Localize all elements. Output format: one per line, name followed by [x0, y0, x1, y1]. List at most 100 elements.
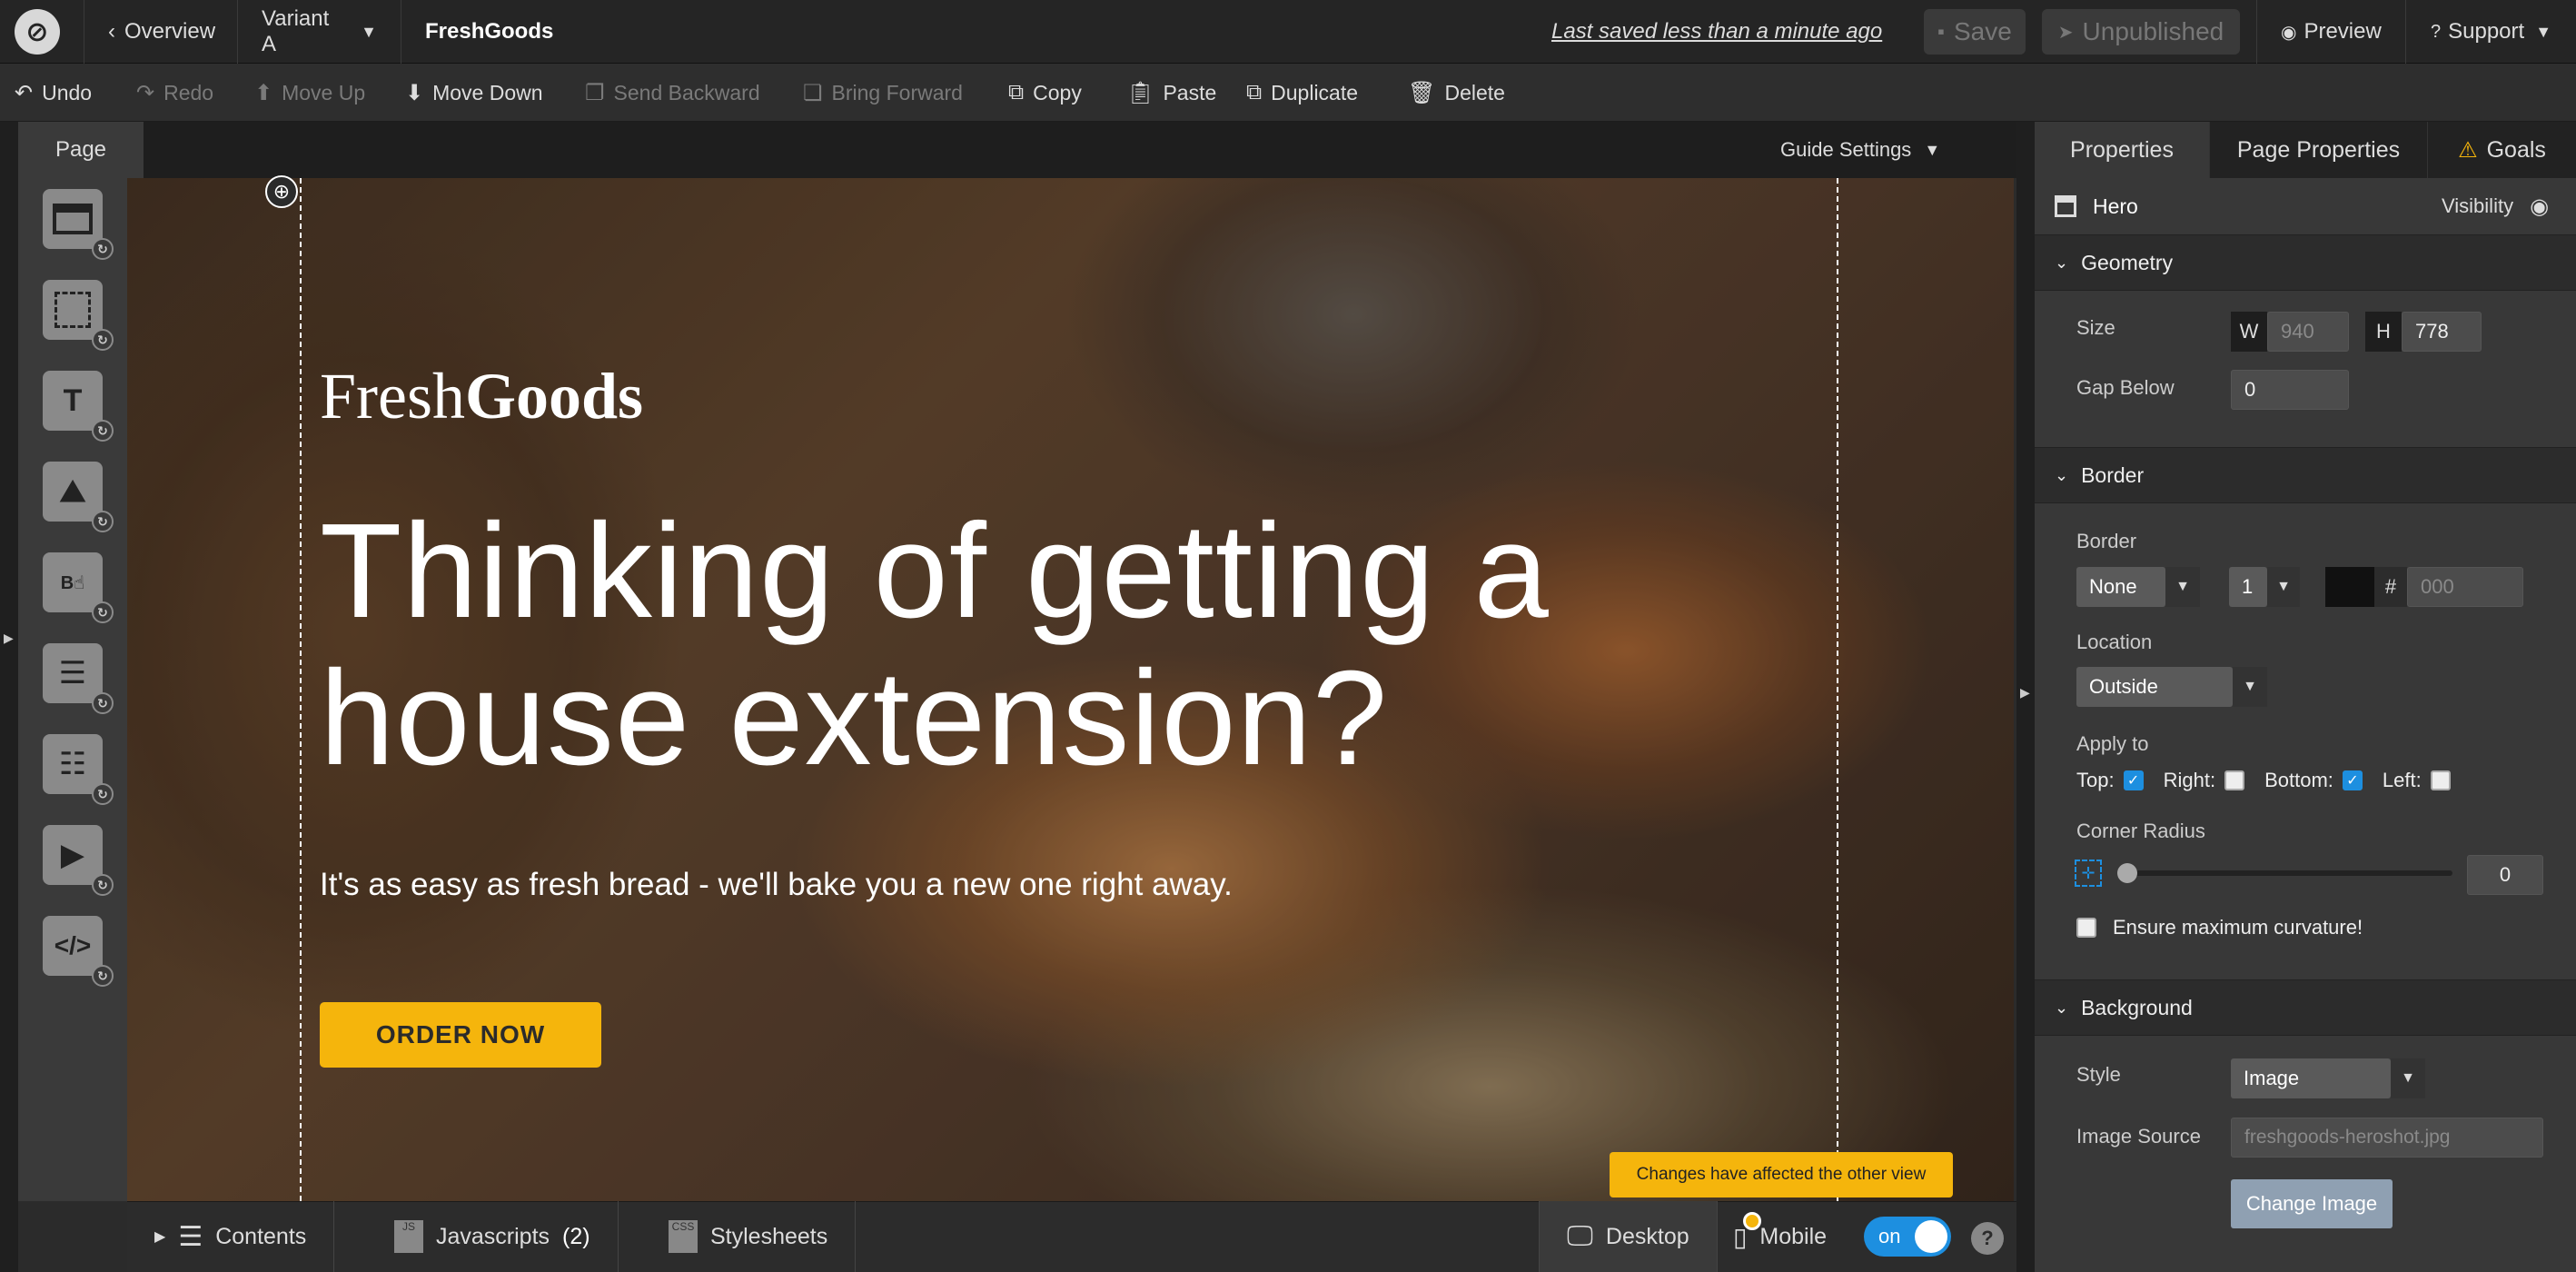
corner-radius-slider-thumb[interactable] [2117, 863, 2137, 883]
bring-forward-button[interactable]: ❏ Bring Forward [803, 64, 963, 122]
border-style-value: None [2076, 567, 2165, 607]
height-input[interactable]: 778 [2402, 312, 2482, 352]
apply-top-checkbox[interactable]: ✓ [2123, 770, 2144, 790]
hero-subheadline[interactable]: It's as easy as fresh bread - we'll bake… [320, 867, 1233, 903]
preview-label: Preview [2304, 19, 2382, 44]
section-element-icon[interactable]: ↻ [43, 189, 114, 260]
video-element-icon[interactable]: ▶ ↻ [43, 825, 114, 896]
form-element-icon[interactable]: ☰ ↻ [43, 643, 114, 714]
move-up-label: Move Up [282, 80, 366, 104]
bg-style-select[interactable]: Image ▼ [2231, 1058, 2425, 1098]
apply-top-label: Top: [2076, 769, 2115, 791]
tab-page-properties[interactable]: Page Properties [2209, 122, 2427, 178]
image-source-input[interactable]: freshgoods-heroshot.jpg [2231, 1118, 2543, 1158]
contents-button[interactable]: ▶ ☰ Contents [127, 1201, 335, 1272]
border-color-input[interactable]: 000 [2407, 567, 2523, 607]
geometry-section-header[interactable]: ⌄ Geometry [2035, 234, 2576, 291]
paste-icon: 📋︎ [1126, 80, 1154, 105]
text-element-icon[interactable]: T ↻ [43, 371, 114, 442]
hero-headline[interactable]: Thinking of getting a house extension? [320, 498, 1809, 792]
border-location-select[interactable]: Outside ▼ [2076, 667, 2267, 707]
copy-button[interactable]: ⧉ Copy [1008, 64, 1082, 122]
element-name: Hero [2093, 194, 2138, 218]
stylesheets-button[interactable]: CSS Stylesheets [641, 1201, 857, 1272]
apply-bottom-checkbox[interactable]: ✓ [2342, 770, 2363, 790]
section-icon [2055, 195, 2076, 217]
save-button[interactable]: ▪ Save [1924, 9, 2026, 55]
publish-button[interactable]: ➤ Unpublished [2042, 9, 2240, 55]
desktop-view-button[interactable]: 🖵 Desktop [1539, 1201, 1718, 1272]
right-guide-line [1837, 178, 1838, 1201]
last-saved-status[interactable]: Last saved less than a minute ago [1551, 0, 1882, 64]
redo-button[interactable]: ↷ Redo [136, 64, 213, 122]
list-element-icon[interactable]: ☷ ↻ [43, 734, 114, 805]
preview-button[interactable]: ◉ Preview [2256, 0, 2406, 64]
image-element-icon[interactable]: ⛰ ↻ [43, 462, 114, 532]
undo-icon: ↶ [15, 80, 34, 105]
bring-forward-label: Bring Forward [831, 80, 963, 104]
overview-link[interactable]: ‹ Overview [84, 0, 238, 64]
corner-radius-slider[interactable] [2120, 870, 2452, 876]
guide-settings-dropdown[interactable]: Guide Settings ▼ [1780, 122, 1940, 178]
border-width-select[interactable]: 1 ▼ [2229, 567, 2300, 607]
app-logo-icon[interactable]: ⊘ [15, 9, 60, 55]
undo-button[interactable]: ↶ Undo [15, 64, 92, 122]
ensure-curvature-option[interactable]: Ensure maximum curvature! [2076, 916, 2363, 939]
ensure-curvature-checkbox[interactable] [2076, 918, 2096, 938]
help-circle-icon: ? [2431, 21, 2442, 42]
eye-icon: ◉ [2530, 194, 2550, 219]
button-element-icon[interactable]: B☝ ↻ [43, 552, 114, 623]
mobile-view-button[interactable]: ▯ Mobile [1733, 1201, 1827, 1272]
order-now-button[interactable]: ORDER NOW [320, 1002, 601, 1068]
apply-right-checkbox[interactable] [2224, 770, 2245, 790]
toggle-state-label: on [1878, 1225, 1901, 1247]
gap-below-label: Gap Below [2076, 376, 2175, 399]
corner-radius-input[interactable]: 0 [2467, 855, 2543, 895]
border-color-swatch[interactable] [2325, 567, 2374, 607]
javascripts-button[interactable]: JS Javascripts (2) [367, 1201, 619, 1272]
size-label: Size [2076, 316, 2115, 339]
height-prefix: H [2365, 312, 2402, 352]
visibility-toggle[interactable]: Visibility ◉ [2442, 178, 2549, 234]
monitor-icon: 🖵 [1567, 1221, 1593, 1251]
send-backward-button[interactable]: ❐ Send Backward [585, 64, 760, 122]
code-element-icon[interactable]: </> ↻ [43, 916, 114, 987]
apply-left-checkbox[interactable] [2430, 770, 2451, 790]
border-style-select[interactable]: None ▼ [2076, 567, 2200, 607]
drag-badge-icon: ↻ [92, 238, 114, 260]
contents-label: Contents [215, 1223, 307, 1249]
change-image-button[interactable]: Change Image [2231, 1179, 2393, 1228]
javascripts-label: Javascripts [436, 1223, 550, 1249]
selected-element-header: Hero [2055, 178, 2138, 234]
caret-down-icon: ▼ [2267, 567, 2300, 607]
box-element-icon[interactable]: ↻ [43, 280, 114, 351]
apply-right-label: Right: [2163, 769, 2216, 791]
border-section-header[interactable]: ⌄ Border [2035, 447, 2576, 503]
move-up-icon: ⬆ [254, 80, 273, 105]
right-collapse-edge[interactable]: ▶ [2016, 122, 2035, 1272]
page-tab[interactable]: Page [18, 122, 144, 178]
move-down-button[interactable]: ⬇ Move Down [405, 64, 543, 122]
background-section-header[interactable]: ⌄ Background [2035, 979, 2576, 1036]
apply-to-label: Apply to [2076, 732, 2149, 755]
delete-button[interactable]: 🗑︎ Delete [1408, 64, 1505, 122]
width-input[interactable]: 940 [2267, 312, 2349, 352]
chevron-down-icon: ⌄ [2055, 253, 2069, 272]
variant-select[interactable]: Variant A ▼ [238, 0, 401, 64]
move-up-button[interactable]: ⬆ Move Up [254, 64, 365, 122]
help-icon[interactable]: ? [1971, 1222, 2004, 1255]
gap-below-input[interactable]: 0 [2231, 370, 2349, 410]
move-handle-icon[interactable]: ⊕ [265, 175, 298, 208]
mobile-toggle[interactable]: on [1864, 1217, 1951, 1257]
bring-forward-icon: ❏ [803, 80, 823, 105]
caret-down-icon: ▼ [2391, 1058, 2425, 1098]
support-button[interactable]: ? Support ▼ [2407, 0, 2575, 64]
corner-link-icon[interactable]: ✛ [2075, 860, 2102, 887]
left-collapse-edge[interactable]: ▶ [0, 122, 18, 1272]
tab-properties[interactable]: Properties [2035, 122, 2209, 178]
duplicate-button[interactable]: ⧉ Duplicate [1246, 64, 1358, 122]
tab-goals[interactable]: ⚠ Goals [2427, 122, 2576, 178]
paste-button[interactable]: 📋︎ Paste [1126, 64, 1216, 122]
drag-badge-icon: ↻ [92, 601, 114, 623]
hero-brand-logo[interactable]: FreshGoods [320, 359, 643, 434]
